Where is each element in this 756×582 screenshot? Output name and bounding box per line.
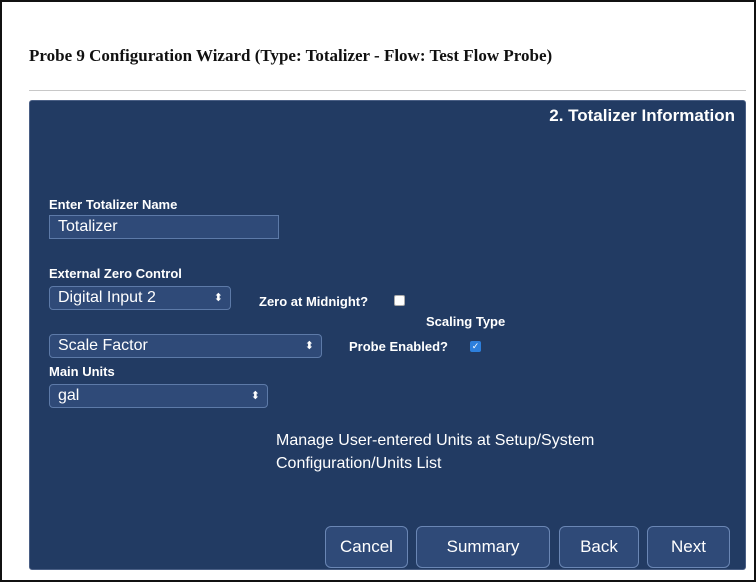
title-divider (29, 90, 746, 91)
units-info-text: Manage User-entered Units at Setup/Syste… (276, 432, 595, 472)
step-title: 2. Totalizer Information (549, 106, 735, 125)
back-button[interactable]: Back (559, 526, 639, 568)
summary-button[interactable]: Summary (416, 526, 550, 568)
select-arrows-icon: ⬍ (304, 340, 314, 352)
zero-control-select[interactable]: Digital Input 2 ⬍ (49, 286, 231, 310)
main-units-value: gal (58, 387, 80, 404)
wizard-panel: 2. Totalizer Information Enter Totalizer… (29, 100, 746, 570)
zero-control-value: Digital Input 2 (58, 289, 156, 306)
probe-enabled-label: Probe Enabled? (349, 339, 448, 354)
totalizer-name-input[interactable]: Totalizer (49, 215, 279, 239)
scaling-type-label: Scaling Type (426, 314, 506, 329)
probe-enabled-checkbox[interactable]: ✓ (470, 341, 481, 352)
checkmark-icon: ✓ (471, 341, 480, 351)
wizard-title: Probe 9 Configuration Wizard (Type: Tota… (29, 46, 553, 65)
zero-midnight-label: Zero at Midnight? (259, 294, 369, 309)
wizard-window: Probe 9 Configuration Wizard (Type: Tota… (0, 0, 756, 582)
next-button[interactable]: Next (647, 526, 730, 568)
select-arrows-icon: ⬍ (213, 292, 223, 304)
scaling-type-value: Scale Factor (58, 337, 148, 354)
select-arrows-icon: ⬍ (250, 390, 260, 402)
main-units-label: Main Units (49, 364, 115, 379)
zero-midnight-checkbox[interactable] (394, 295, 405, 306)
cancel-button[interactable]: Cancel (325, 526, 408, 568)
scaling-type-select[interactable]: Scale Factor ⬍ (49, 334, 322, 358)
zero-control-label: External Zero Control (49, 266, 182, 281)
totalizer-name-label: Enter Totalizer Name (49, 197, 178, 212)
main-units-select[interactable]: gal ⬍ (49, 384, 268, 408)
